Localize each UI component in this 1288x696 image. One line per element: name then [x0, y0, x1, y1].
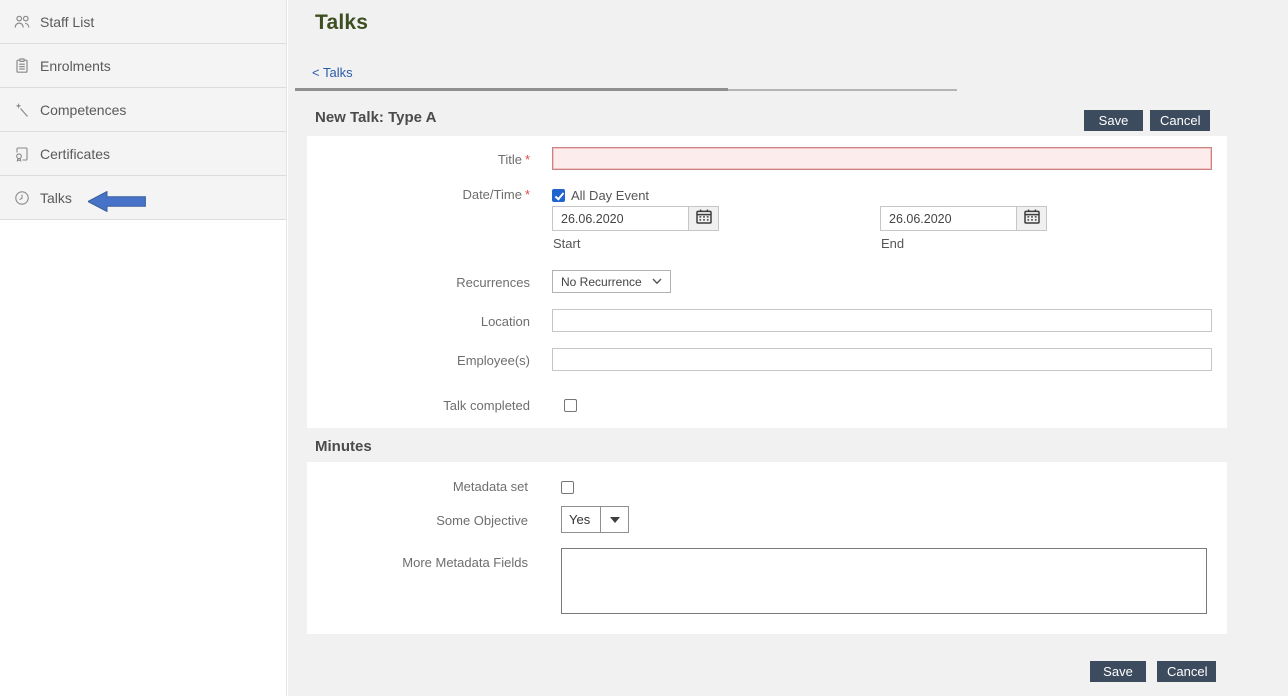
end-caption: End	[881, 236, 904, 251]
breadcrumb-back-link[interactable]: < Talks	[312, 65, 353, 80]
sidebar-item-label: Staff List	[40, 14, 94, 30]
calendar-icon	[1024, 209, 1040, 229]
sidebar-item-label: Competences	[40, 102, 126, 118]
tab-underline-inactive	[728, 89, 957, 91]
sidebar-item-label: Certificates	[40, 146, 110, 162]
more-metadata-label: More Metadata Fields	[307, 555, 528, 570]
dropdown-arrow-icon	[610, 517, 620, 523]
sidebar-item-certificates[interactable]: Certificates	[0, 132, 286, 176]
sidebar-item-enrolments[interactable]: Enrolments	[0, 44, 286, 88]
main-content: Talks < Talks New Talk: Type A Save Canc…	[288, 0, 1288, 696]
start-date-input[interactable]	[552, 206, 688, 231]
form-heading: New Talk: Type A	[315, 109, 436, 126]
location-label: Location	[307, 314, 530, 329]
certificate-icon	[14, 146, 31, 162]
talk-completed-label: Talk completed	[307, 398, 530, 413]
more-metadata-textarea[interactable]	[561, 548, 1207, 614]
cancel-button-bottom[interactable]: Cancel	[1157, 661, 1216, 682]
page-title: Talks	[315, 11, 368, 35]
recurrences-selected-value: No Recurrence	[561, 275, 642, 289]
some-objective-selected-value: Yes	[561, 506, 601, 533]
tab-underline-active	[295, 88, 728, 91]
save-button-bottom[interactable]: Save	[1090, 661, 1146, 682]
recurrences-label: Recurrences	[307, 275, 530, 290]
metadata-set-label: Metadata set	[307, 479, 528, 494]
wand-icon	[14, 102, 31, 118]
blue-arrow-pointer-icon	[88, 191, 146, 212]
required-asterisk: *	[525, 152, 530, 167]
start-date-group	[552, 206, 719, 231]
some-objective-label: Some Objective	[307, 513, 528, 528]
location-input[interactable]	[552, 309, 1212, 332]
all-day-event-label: All Day Event	[571, 188, 649, 203]
start-caption: Start	[553, 236, 580, 251]
start-date-calendar-button[interactable]	[688, 206, 719, 231]
calendar-icon	[696, 209, 712, 229]
clock-icon	[14, 190, 31, 206]
all-day-event-checkbox[interactable]	[552, 189, 565, 202]
employees-label: Employee(s)	[307, 353, 530, 368]
people-icon	[14, 14, 31, 30]
end-date-group	[880, 206, 1047, 231]
required-asterisk: *	[525, 187, 530, 202]
save-button-top[interactable]: Save	[1084, 110, 1143, 131]
talk-completed-checkbox[interactable]	[564, 399, 577, 412]
metadata-set-checkbox[interactable]	[561, 481, 574, 494]
clipboard-icon	[14, 58, 31, 74]
title-input[interactable]	[552, 147, 1212, 170]
some-objective-dropdown[interactable]: Yes	[561, 506, 629, 533]
end-date-input[interactable]	[880, 206, 1016, 231]
sidebar-item-competences[interactable]: Competences	[0, 88, 286, 132]
sidebar-item-staff-list[interactable]: Staff List	[0, 0, 286, 44]
employees-input[interactable]	[552, 348, 1212, 371]
datetime-label: Date/Time*	[307, 187, 530, 202]
minutes-heading: Minutes	[315, 438, 372, 455]
sidebar-item-label: Talks	[40, 190, 72, 206]
title-label: Title*	[307, 152, 530, 167]
sidebar: Staff List Enrolments Competences	[0, 0, 287, 696]
chevron-down-icon	[652, 278, 662, 285]
minutes-panel: Metadata set Some Objective Yes More Met…	[307, 462, 1227, 634]
end-date-calendar-button[interactable]	[1016, 206, 1047, 231]
cancel-button-top[interactable]: Cancel	[1150, 110, 1210, 131]
some-objective-dropdown-button[interactable]	[600, 506, 629, 533]
recurrences-select[interactable]: No Recurrence	[552, 270, 671, 293]
talk-form-panel: Title* Date/Time* All Day Event	[307, 136, 1227, 428]
application-window: Staff List Enrolments Competences	[0, 0, 1288, 696]
sidebar-item-label: Enrolments	[40, 58, 111, 74]
